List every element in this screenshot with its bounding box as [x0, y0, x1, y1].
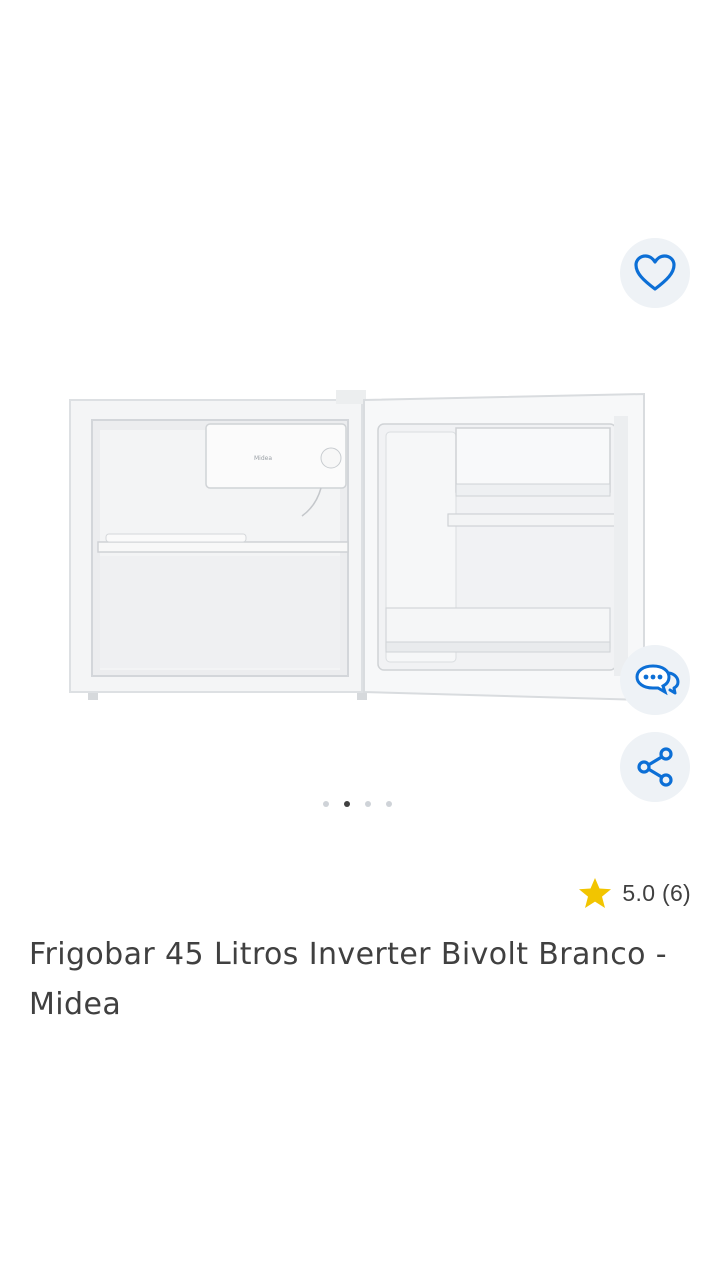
- product-page: Midea 5.0 (6) Frigobar 45 Litros Inverte…: [0, 0, 719, 1280]
- share-button[interactable]: [620, 732, 690, 802]
- share-icon: [637, 747, 673, 787]
- product-image[interactable]: Midea: [66, 386, 652, 706]
- carousel-dot-active[interactable]: [344, 801, 350, 807]
- carousel-dot[interactable]: [365, 801, 371, 807]
- star-icon: [579, 878, 612, 908]
- carousel-dot[interactable]: [386, 801, 392, 807]
- carousel-indicator: [323, 801, 392, 807]
- heart-icon: [634, 254, 676, 291]
- product-title: Frigobar 45 Litros Inverter Bivolt Branc…: [29, 937, 668, 1022]
- svg-text:Midea: Midea: [254, 455, 272, 462]
- carousel-dot[interactable]: [323, 801, 329, 807]
- product-rating[interactable]: 5.0 (6): [578, 876, 691, 910]
- chat-button[interactable]: [620, 645, 690, 715]
- chat-bubbles-icon: [635, 664, 680, 696]
- favorite-button[interactable]: [620, 238, 690, 308]
- rating-value: 5.0 (6): [622, 879, 691, 906]
